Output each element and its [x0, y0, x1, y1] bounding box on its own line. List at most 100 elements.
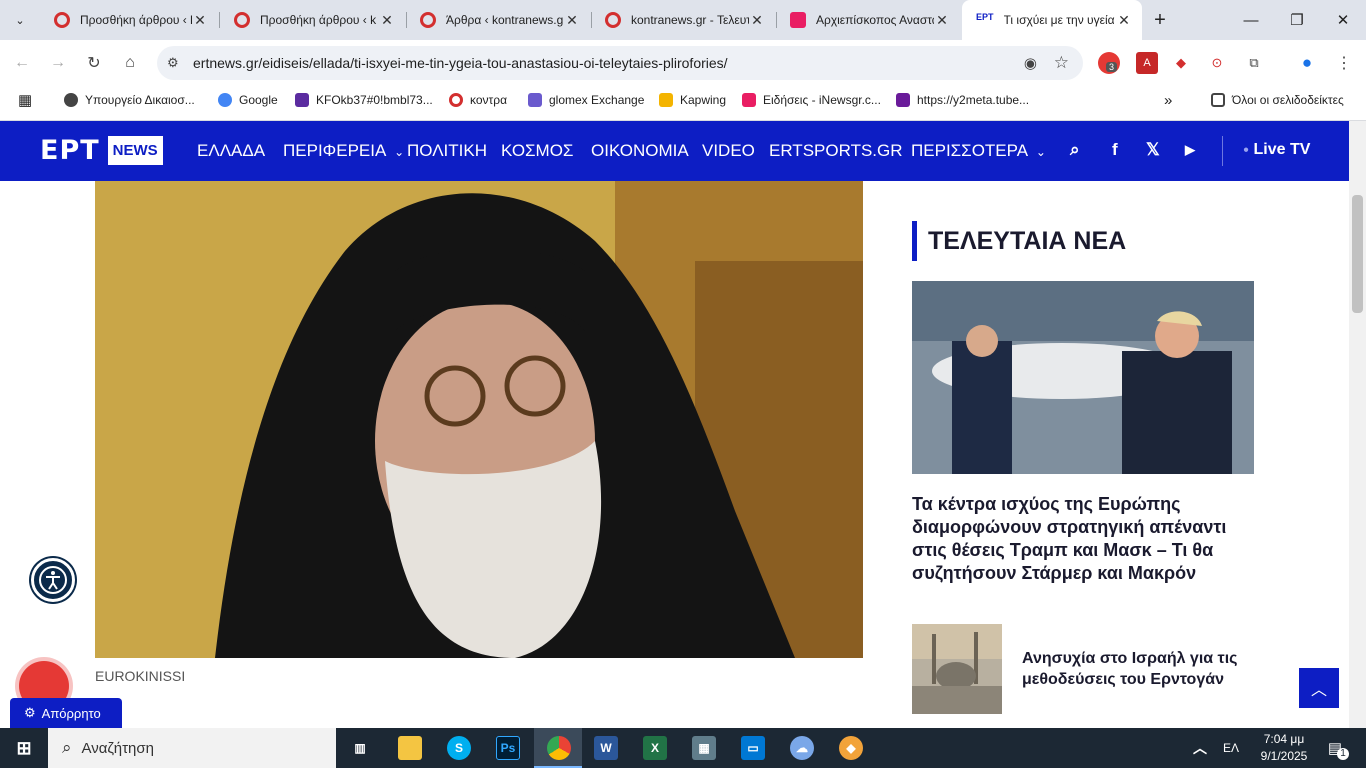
youtube-icon[interactable]: ▶	[1185, 142, 1195, 158]
accessibility-icon	[39, 566, 67, 594]
word-icon[interactable]: W	[594, 736, 618, 760]
close-tab-icon[interactable]: ✕	[749, 12, 765, 29]
close-tab-icon[interactable]: ✕	[1116, 12, 1132, 29]
browser-tab[interactable]: Αρχιεπίσκοπος Αναστάσιος ✕	[776, 0, 960, 40]
site-info-icon[interactable]: ⚙	[167, 55, 179, 71]
forward-icon[interactable]: →	[44, 49, 72, 77]
close-tab-icon[interactable]: ✕	[192, 12, 208, 29]
google-icon	[218, 93, 232, 107]
taskbar-clock[interactable]: 7:04 μμ 9/1/2025	[1252, 731, 1316, 765]
scroll-to-top-button[interactable]: ︿	[1299, 668, 1339, 708]
browser-toolbar: ← → ↻ ⌂ ⚙ ertnews.gr/eidiseis/ellada/ti-…	[0, 40, 1366, 86]
nav-kosmos[interactable]: ΚΟΣΜΟΣ	[501, 141, 573, 161]
accessibility-button[interactable]	[31, 558, 75, 602]
url-text[interactable]: ertnews.gr/eidiseis/ellada/ti-isxyei-me-…	[193, 55, 728, 71]
chevron-up-icon: ︿	[1310, 682, 1327, 699]
folder-icon	[1211, 93, 1225, 107]
page-scrollbar[interactable]	[1349, 121, 1366, 728]
nav-ellada[interactable]: ΕΛΛΑΔΑ	[197, 141, 265, 161]
reload-icon[interactable]: ↻	[80, 49, 108, 77]
extensions-puzzle-icon[interactable]: ⧉	[1243, 52, 1265, 74]
browser-tab-active[interactable]: ΕΡΤ Τι ισχύει με την υγεία ✕	[962, 0, 1142, 40]
tab-search-button[interactable]: ⌄	[4, 0, 36, 40]
close-tab-icon[interactable]: ✕	[934, 12, 950, 29]
shield-extension-icon[interactable]: ◆	[1170, 52, 1192, 74]
excel-icon[interactable]: X	[643, 736, 667, 760]
remote-desktop-icon[interactable]: ▭	[741, 736, 765, 760]
adblock-extension-icon[interactable]: 3	[1098, 52, 1120, 74]
bookmark-item[interactable]: Google	[218, 86, 278, 114]
article-hero-image	[95, 181, 863, 658]
bookmarks-overflow-button[interactable]: »	[1164, 86, 1172, 114]
nav-divider	[1222, 136, 1223, 166]
language-indicator[interactable]: ΕΛ	[1219, 736, 1243, 760]
menu-kebab-icon[interactable]: ⋮	[1333, 52, 1355, 74]
scrollbar-thumb[interactable]	[1352, 195, 1363, 313]
close-tab-icon[interactable]: ✕	[564, 12, 580, 29]
taskbar-search[interactable]: ⌕ Αναζήτηση	[48, 728, 336, 768]
new-tab-button[interactable]: +	[1142, 0, 1178, 40]
ert-icon: ΕΡΤ	[976, 12, 994, 22]
browser-tab[interactable]: Προσθήκη άρθρου ‹ k ✕	[220, 0, 405, 40]
bookmark-item[interactable]: κοντρα	[449, 86, 507, 114]
bookmark-item[interactable]: glomex Exchange	[528, 86, 644, 114]
search-icon[interactable]: ⌕	[1070, 140, 1080, 160]
facebook-icon[interactable]: f	[1112, 140, 1118, 160]
live-tv-link[interactable]: ● Live TV	[1243, 141, 1310, 159]
eye-slash-icon[interactable]: ◉	[1024, 54, 1037, 72]
nav-oikonomia[interactable]: ΟΙΚΟΝΟΜΙΑ	[591, 141, 689, 161]
bookmark-item[interactable]: Kapwing	[659, 86, 726, 114]
x-twitter-icon[interactable]: 𝕏	[1146, 140, 1160, 160]
nav-politiki[interactable]: ΠΟΛΙΤΙΚΗ	[407, 141, 487, 161]
browser-tab[interactable]: kontranews.gr - Τελευταία ✕	[591, 0, 775, 40]
site-logo[interactable]: ΕΡΤ NEWS	[40, 135, 163, 166]
home-icon[interactable]: ⌂	[116, 49, 144, 77]
nav-perissotera[interactable]: ΠΕΡΙΣΣΟΤΕΡΑ ⌄	[911, 141, 1046, 161]
skype-icon[interactable]: S	[447, 736, 471, 760]
browser-tab[interactable]: Προσθήκη άρθρου ‹ k ✕	[40, 0, 218, 40]
record-extension-icon[interactable]: ⊙	[1206, 52, 1228, 74]
notifications-icon[interactable]: ▤ 1	[1323, 736, 1349, 760]
calculator-icon[interactable]: ▦	[692, 736, 716, 760]
bookmark-item[interactable]: KFOkb37#0!bmbl73...	[295, 86, 433, 114]
pdf-extension-icon[interactable]: A	[1136, 52, 1158, 74]
chrome-taskbar-item[interactable]	[534, 728, 582, 768]
latest-news-title[interactable]: Ανησυχία στο Ισραήλ για τις μεθοδεύσεις …	[1022, 648, 1252, 690]
glomex-icon	[528, 93, 542, 107]
bookmarks-bar: ▦ Υπουργείο Δικαιοσ... Google KFOkb37#0!…	[0, 86, 1366, 121]
archbishop-photo	[95, 181, 863, 658]
restore-button[interactable]: ❐	[1274, 0, 1320, 40]
all-bookmarks-folder[interactable]: Όλοι οι σελιδοδείκτες	[1211, 86, 1344, 114]
bookmark-item[interactable]: https://y2meta.tube...	[896, 86, 1029, 114]
back-icon[interactable]: ←	[8, 49, 36, 77]
chevron-down-icon: ⌄	[1035, 145, 1046, 159]
file-explorer-icon[interactable]	[398, 736, 422, 760]
nav-ertsports[interactable]: ERTSPORTS.GR	[769, 141, 903, 161]
profile-avatar-icon[interactable]: ●	[1296, 52, 1318, 74]
address-bar[interactable]: ⚙ ertnews.gr/eidiseis/ellada/ti-isxyei-m…	[157, 46, 1083, 80]
bookmark-star-icon[interactable]: ☆	[1054, 53, 1069, 73]
nav-perifereia[interactable]: ΠΕΡΙΦΕΡΕΙΑ ⌄	[283, 141, 404, 161]
task-view-icon[interactable]: ▥	[348, 736, 372, 760]
kontranews-icon	[234, 12, 250, 28]
latest-news-image[interactable]	[912, 281, 1254, 474]
globe-icon	[64, 93, 78, 107]
apps-grid-icon[interactable]: ▦	[18, 86, 32, 114]
browser-tab[interactable]: Άρθρα ‹ kontranews.gr ✕	[406, 0, 590, 40]
bookmark-item[interactable]: Υπουργείο Δικαιοσ...	[64, 86, 195, 114]
privacy-settings-button[interactable]: ⚙ Απόρρητο	[10, 698, 122, 728]
photoshop-icon[interactable]: Ps	[496, 736, 520, 760]
close-tab-icon[interactable]: ✕	[379, 12, 395, 29]
bookmark-item[interactable]: Ειδήσεις - iNewsgr.c...	[742, 86, 881, 114]
cloud-sync-icon[interactable]: ☁	[790, 736, 814, 760]
latest-news-image[interactable]	[912, 624, 1002, 714]
kontranews-icon	[54, 12, 70, 28]
latest-news-title[interactable]: Τα κέντρα ισχύος της Ευρώπης διαμορφώνου…	[912, 493, 1262, 585]
close-window-button[interactable]: ✕	[1320, 0, 1366, 40]
minimize-button[interactable]: —	[1228, 0, 1274, 40]
site-header: ΕΡΤ NEWS ΕΛΛΑΔΑ ΠΕΡΙΦΕΡΕΙΑ ⌄ ΠΟΛΙΤΙΚΗ ΚΟ…	[0, 121, 1349, 181]
chevron-up-icon[interactable]: ︿	[1188, 736, 1212, 760]
nav-video[interactable]: VIDEO	[702, 141, 755, 161]
vpn-shield-icon[interactable]: ◆	[839, 736, 863, 760]
windows-start-icon[interactable]: ⊞	[12, 736, 36, 760]
